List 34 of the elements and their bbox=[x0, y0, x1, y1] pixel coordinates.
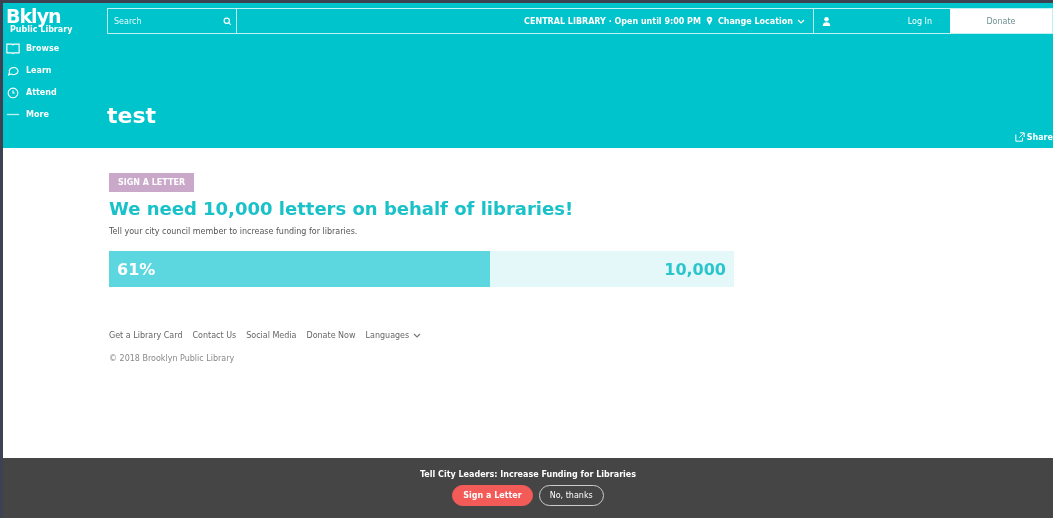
user-icon bbox=[822, 15, 831, 27]
donate-button[interactable]: Donate bbox=[950, 9, 1052, 33]
footer-link[interactable]: Contact Us bbox=[192, 331, 237, 340]
footer-link[interactable]: Get a Library Card bbox=[109, 331, 183, 340]
location-dropdown[interactable]: Change Location bbox=[717, 16, 805, 26]
sidebar-item[interactable]: Attend bbox=[6, 86, 107, 99]
campaign-description: Tell your city council member to increase funding for libraries. bbox=[109, 227, 358, 236]
clock-icon bbox=[6, 86, 20, 99]
footer-link[interactable]: Donate Now bbox=[306, 331, 356, 340]
progress-goal: 10,000 bbox=[664, 259, 726, 279]
library-logo[interactable]: Bklyn Public Library bbox=[6, 7, 107, 34]
speech-bubble-icon bbox=[6, 64, 20, 77]
search-field[interactable]: Search bbox=[112, 15, 223, 27]
sidebar-item[interactable]: Browse bbox=[6, 42, 107, 55]
language-dropdown[interactable]: Languages bbox=[365, 331, 422, 340]
chevron-down-icon bbox=[413, 333, 422, 338]
campaign-badge: SIGN A LETTER bbox=[109, 173, 195, 192]
book-icon bbox=[6, 42, 20, 55]
chevron-down-icon bbox=[797, 18, 805, 24]
search-icon bbox=[223, 16, 232, 26]
banner-text: Tell City Leaders: Increase Funding for Libraries bbox=[419, 470, 637, 479]
location-pin-icon bbox=[705, 16, 713, 26]
campaign-heading: We need 10,000 letters on behalf of libraries! bbox=[109, 198, 574, 219]
library-hours: CENTRAL LIBRARY · Open until 9:00 PM bbox=[524, 16, 701, 26]
sidebar-item[interactable]: More bbox=[6, 108, 107, 121]
login-link[interactable]: Log In bbox=[907, 16, 932, 26]
sidebar-item[interactable]: Learn bbox=[6, 64, 107, 77]
footer-link[interactable]: Social Media bbox=[246, 331, 297, 340]
share-link[interactable]: Share bbox=[1014, 132, 1053, 142]
sign-letter-button[interactable]: Sign a Letter bbox=[452, 485, 533, 506]
copyright-text: © 2018 Brooklyn Public Library bbox=[109, 354, 235, 363]
page-title: test bbox=[107, 103, 157, 128]
share-icon bbox=[1014, 132, 1025, 142]
progress-percent: 61% bbox=[117, 259, 156, 279]
